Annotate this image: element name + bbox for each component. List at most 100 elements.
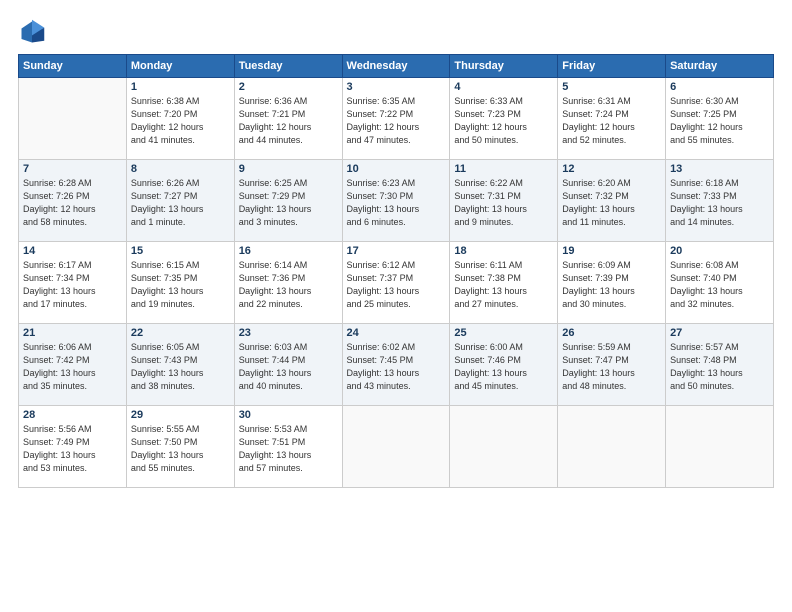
week-row-1: 1 Sunrise: 6:38 AM Sunset: 7:20 PM Daylig… bbox=[19, 78, 774, 160]
day-info: Sunrise: 6:11 AM Sunset: 7:38 PM Dayligh… bbox=[454, 259, 553, 311]
logo bbox=[18, 18, 50, 46]
day-number: 26 bbox=[562, 327, 661, 339]
calendar-cell: 23 Sunrise: 6:03 AM Sunset: 7:44 PM Dayli… bbox=[234, 324, 342, 406]
weekday-header-tuesday: Tuesday bbox=[234, 55, 342, 78]
day-number: 10 bbox=[347, 163, 446, 175]
day-number: 15 bbox=[131, 245, 230, 257]
day-info: Sunrise: 6:14 AM Sunset: 7:36 PM Dayligh… bbox=[239, 259, 338, 311]
day-number: 20 bbox=[670, 245, 769, 257]
day-info: Sunrise: 6:28 AM Sunset: 7:26 PM Dayligh… bbox=[23, 177, 122, 229]
calendar-cell: 3 Sunrise: 6:35 AM Sunset: 7:22 PM Daylig… bbox=[342, 78, 450, 160]
day-number: 22 bbox=[131, 327, 230, 339]
calendar-cell: 9 Sunrise: 6:25 AM Sunset: 7:29 PM Daylig… bbox=[234, 160, 342, 242]
day-info: Sunrise: 5:55 AM Sunset: 7:50 PM Dayligh… bbox=[131, 423, 230, 475]
day-info: Sunrise: 6:12 AM Sunset: 7:37 PM Dayligh… bbox=[347, 259, 446, 311]
day-number: 12 bbox=[562, 163, 661, 175]
day-number: 25 bbox=[454, 327, 553, 339]
day-number: 13 bbox=[670, 163, 769, 175]
calendar-cell bbox=[450, 406, 558, 488]
day-info: Sunrise: 6:30 AM Sunset: 7:25 PM Dayligh… bbox=[670, 95, 769, 147]
calendar-cell: 21 Sunrise: 6:06 AM Sunset: 7:42 PM Dayli… bbox=[19, 324, 127, 406]
day-info: Sunrise: 5:53 AM Sunset: 7:51 PM Dayligh… bbox=[239, 423, 338, 475]
day-number: 24 bbox=[347, 327, 446, 339]
day-info: Sunrise: 6:03 AM Sunset: 7:44 PM Dayligh… bbox=[239, 341, 338, 393]
calendar-cell: 6 Sunrise: 6:30 AM Sunset: 7:25 PM Daylig… bbox=[666, 78, 774, 160]
day-info: Sunrise: 6:38 AM Sunset: 7:20 PM Dayligh… bbox=[131, 95, 230, 147]
calendar-cell: 2Sunrise: 6:36 AM Sunset: 7:21 PM Daylig… bbox=[234, 78, 342, 160]
day-number: 19 bbox=[562, 245, 661, 257]
logo-icon bbox=[18, 18, 46, 46]
day-info: Sunrise: 6:06 AM Sunset: 7:42 PM Dayligh… bbox=[23, 341, 122, 393]
calendar-cell: 25 Sunrise: 6:00 AM Sunset: 7:46 PM Dayli… bbox=[450, 324, 558, 406]
day-number: 21 bbox=[23, 327, 122, 339]
day-number: 29 bbox=[131, 409, 230, 421]
day-number: 16 bbox=[239, 245, 338, 257]
day-number: 7 bbox=[23, 163, 122, 175]
day-info: Sunrise: 6:18 AM Sunset: 7:33 PM Dayligh… bbox=[670, 177, 769, 229]
calendar-cell: 5 Sunrise: 6:31 AM Sunset: 7:24 PM Daylig… bbox=[558, 78, 666, 160]
calendar-cell: 13 Sunrise: 6:18 AM Sunset: 7:33 PM Dayli… bbox=[666, 160, 774, 242]
day-info: Sunrise: 6:17 AM Sunset: 7:34 PM Dayligh… bbox=[23, 259, 122, 311]
day-info: Sunrise: 6:35 AM Sunset: 7:22 PM Dayligh… bbox=[347, 95, 446, 147]
day-number: 30 bbox=[239, 409, 338, 421]
calendar-cell: 16 Sunrise: 6:14 AM Sunset: 7:36 PM Dayli… bbox=[234, 242, 342, 324]
day-info: Sunrise: 5:56 AM Sunset: 7:49 PM Dayligh… bbox=[23, 423, 122, 475]
day-info: Sunrise: 6:00 AM Sunset: 7:46 PM Dayligh… bbox=[454, 341, 553, 393]
day-number: 6 bbox=[670, 81, 769, 93]
calendar-cell: 27Sunrise: 5:57 AM Sunset: 7:48 PM Dayli… bbox=[666, 324, 774, 406]
day-number: 14 bbox=[23, 245, 122, 257]
calendar-cell: 22 Sunrise: 6:05 AM Sunset: 7:43 PM Dayli… bbox=[126, 324, 234, 406]
calendar: SundayMondayTuesdayWednesdayThursdayFrid… bbox=[18, 54, 774, 488]
day-number: 27 bbox=[670, 327, 769, 339]
day-info: Sunrise: 6:09 AM Sunset: 7:39 PM Dayligh… bbox=[562, 259, 661, 311]
week-row-4: 21 Sunrise: 6:06 AM Sunset: 7:42 PM Dayli… bbox=[19, 324, 774, 406]
day-number: 3 bbox=[347, 81, 446, 93]
calendar-cell: 24 Sunrise: 6:02 AM Sunset: 7:45 PM Dayli… bbox=[342, 324, 450, 406]
day-number: 23 bbox=[239, 327, 338, 339]
calendar-cell bbox=[19, 78, 127, 160]
calendar-cell: 30 Sunrise: 5:53 AM Sunset: 7:51 PM Dayli… bbox=[234, 406, 342, 488]
day-info: Sunrise: 6:08 AM Sunset: 7:40 PM Dayligh… bbox=[670, 259, 769, 311]
week-row-2: 7 Sunrise: 6:28 AM Sunset: 7:26 PM Daylig… bbox=[19, 160, 774, 242]
day-number: 9 bbox=[239, 163, 338, 175]
weekday-header-sunday: Sunday bbox=[19, 55, 127, 78]
calendar-cell: 28Sunrise: 5:56 AM Sunset: 7:49 PM Dayli… bbox=[19, 406, 127, 488]
calendar-cell: 8 Sunrise: 6:26 AM Sunset: 7:27 PM Daylig… bbox=[126, 160, 234, 242]
day-info: Sunrise: 6:31 AM Sunset: 7:24 PM Dayligh… bbox=[562, 95, 661, 147]
calendar-cell bbox=[666, 406, 774, 488]
weekday-header-saturday: Saturday bbox=[666, 55, 774, 78]
day-info: Sunrise: 6:15 AM Sunset: 7:35 PM Dayligh… bbox=[131, 259, 230, 311]
day-number: 1 bbox=[131, 81, 230, 93]
day-number: 8 bbox=[131, 163, 230, 175]
day-info: Sunrise: 5:59 AM Sunset: 7:47 PM Dayligh… bbox=[562, 341, 661, 393]
day-number: 2 bbox=[239, 81, 338, 93]
calendar-cell: 14 Sunrise: 6:17 AM Sunset: 7:34 PM Dayli… bbox=[19, 242, 127, 324]
week-row-3: 14 Sunrise: 6:17 AM Sunset: 7:34 PM Dayli… bbox=[19, 242, 774, 324]
calendar-cell: 1 Sunrise: 6:38 AM Sunset: 7:20 PM Daylig… bbox=[126, 78, 234, 160]
header bbox=[18, 18, 774, 46]
calendar-cell: 12 Sunrise: 6:20 AM Sunset: 7:32 PM Dayli… bbox=[558, 160, 666, 242]
day-info: Sunrise: 6:26 AM Sunset: 7:27 PM Dayligh… bbox=[131, 177, 230, 229]
calendar-cell: 29 Sunrise: 5:55 AM Sunset: 7:50 PM Dayli… bbox=[126, 406, 234, 488]
day-info: Sunrise: 6:02 AM Sunset: 7:45 PM Dayligh… bbox=[347, 341, 446, 393]
calendar-cell: 10 Sunrise: 6:23 AM Sunset: 7:30 PM Dayli… bbox=[342, 160, 450, 242]
calendar-cell: 26 Sunrise: 5:59 AM Sunset: 7:47 PM Dayli… bbox=[558, 324, 666, 406]
day-number: 5 bbox=[562, 81, 661, 93]
header-row: SundayMondayTuesdayWednesdayThursdayFrid… bbox=[19, 55, 774, 78]
calendar-cell bbox=[342, 406, 450, 488]
day-number: 11 bbox=[454, 163, 553, 175]
day-info: Sunrise: 6:05 AM Sunset: 7:43 PM Dayligh… bbox=[131, 341, 230, 393]
day-info: Sunrise: 6:23 AM Sunset: 7:30 PM Dayligh… bbox=[347, 177, 446, 229]
day-info: Sunrise: 6:25 AM Sunset: 7:29 PM Dayligh… bbox=[239, 177, 338, 229]
weekday-header-thursday: Thursday bbox=[450, 55, 558, 78]
day-info: Sunrise: 6:20 AM Sunset: 7:32 PM Dayligh… bbox=[562, 177, 661, 229]
calendar-cell: 11Sunrise: 6:22 AM Sunset: 7:31 PM Dayli… bbox=[450, 160, 558, 242]
week-row-5: 28Sunrise: 5:56 AM Sunset: 7:49 PM Dayli… bbox=[19, 406, 774, 488]
page: SundayMondayTuesdayWednesdayThursdayFrid… bbox=[0, 0, 792, 612]
calendar-cell: 20 Sunrise: 6:08 AM Sunset: 7:40 PM Dayli… bbox=[666, 242, 774, 324]
calendar-cell: 18 Sunrise: 6:11 AM Sunset: 7:38 PM Dayli… bbox=[450, 242, 558, 324]
calendar-cell: 19 Sunrise: 6:09 AM Sunset: 7:39 PM Dayli… bbox=[558, 242, 666, 324]
calendar-cell: 7 Sunrise: 6:28 AM Sunset: 7:26 PM Daylig… bbox=[19, 160, 127, 242]
day-number: 18 bbox=[454, 245, 553, 257]
day-number: 4 bbox=[454, 81, 553, 93]
